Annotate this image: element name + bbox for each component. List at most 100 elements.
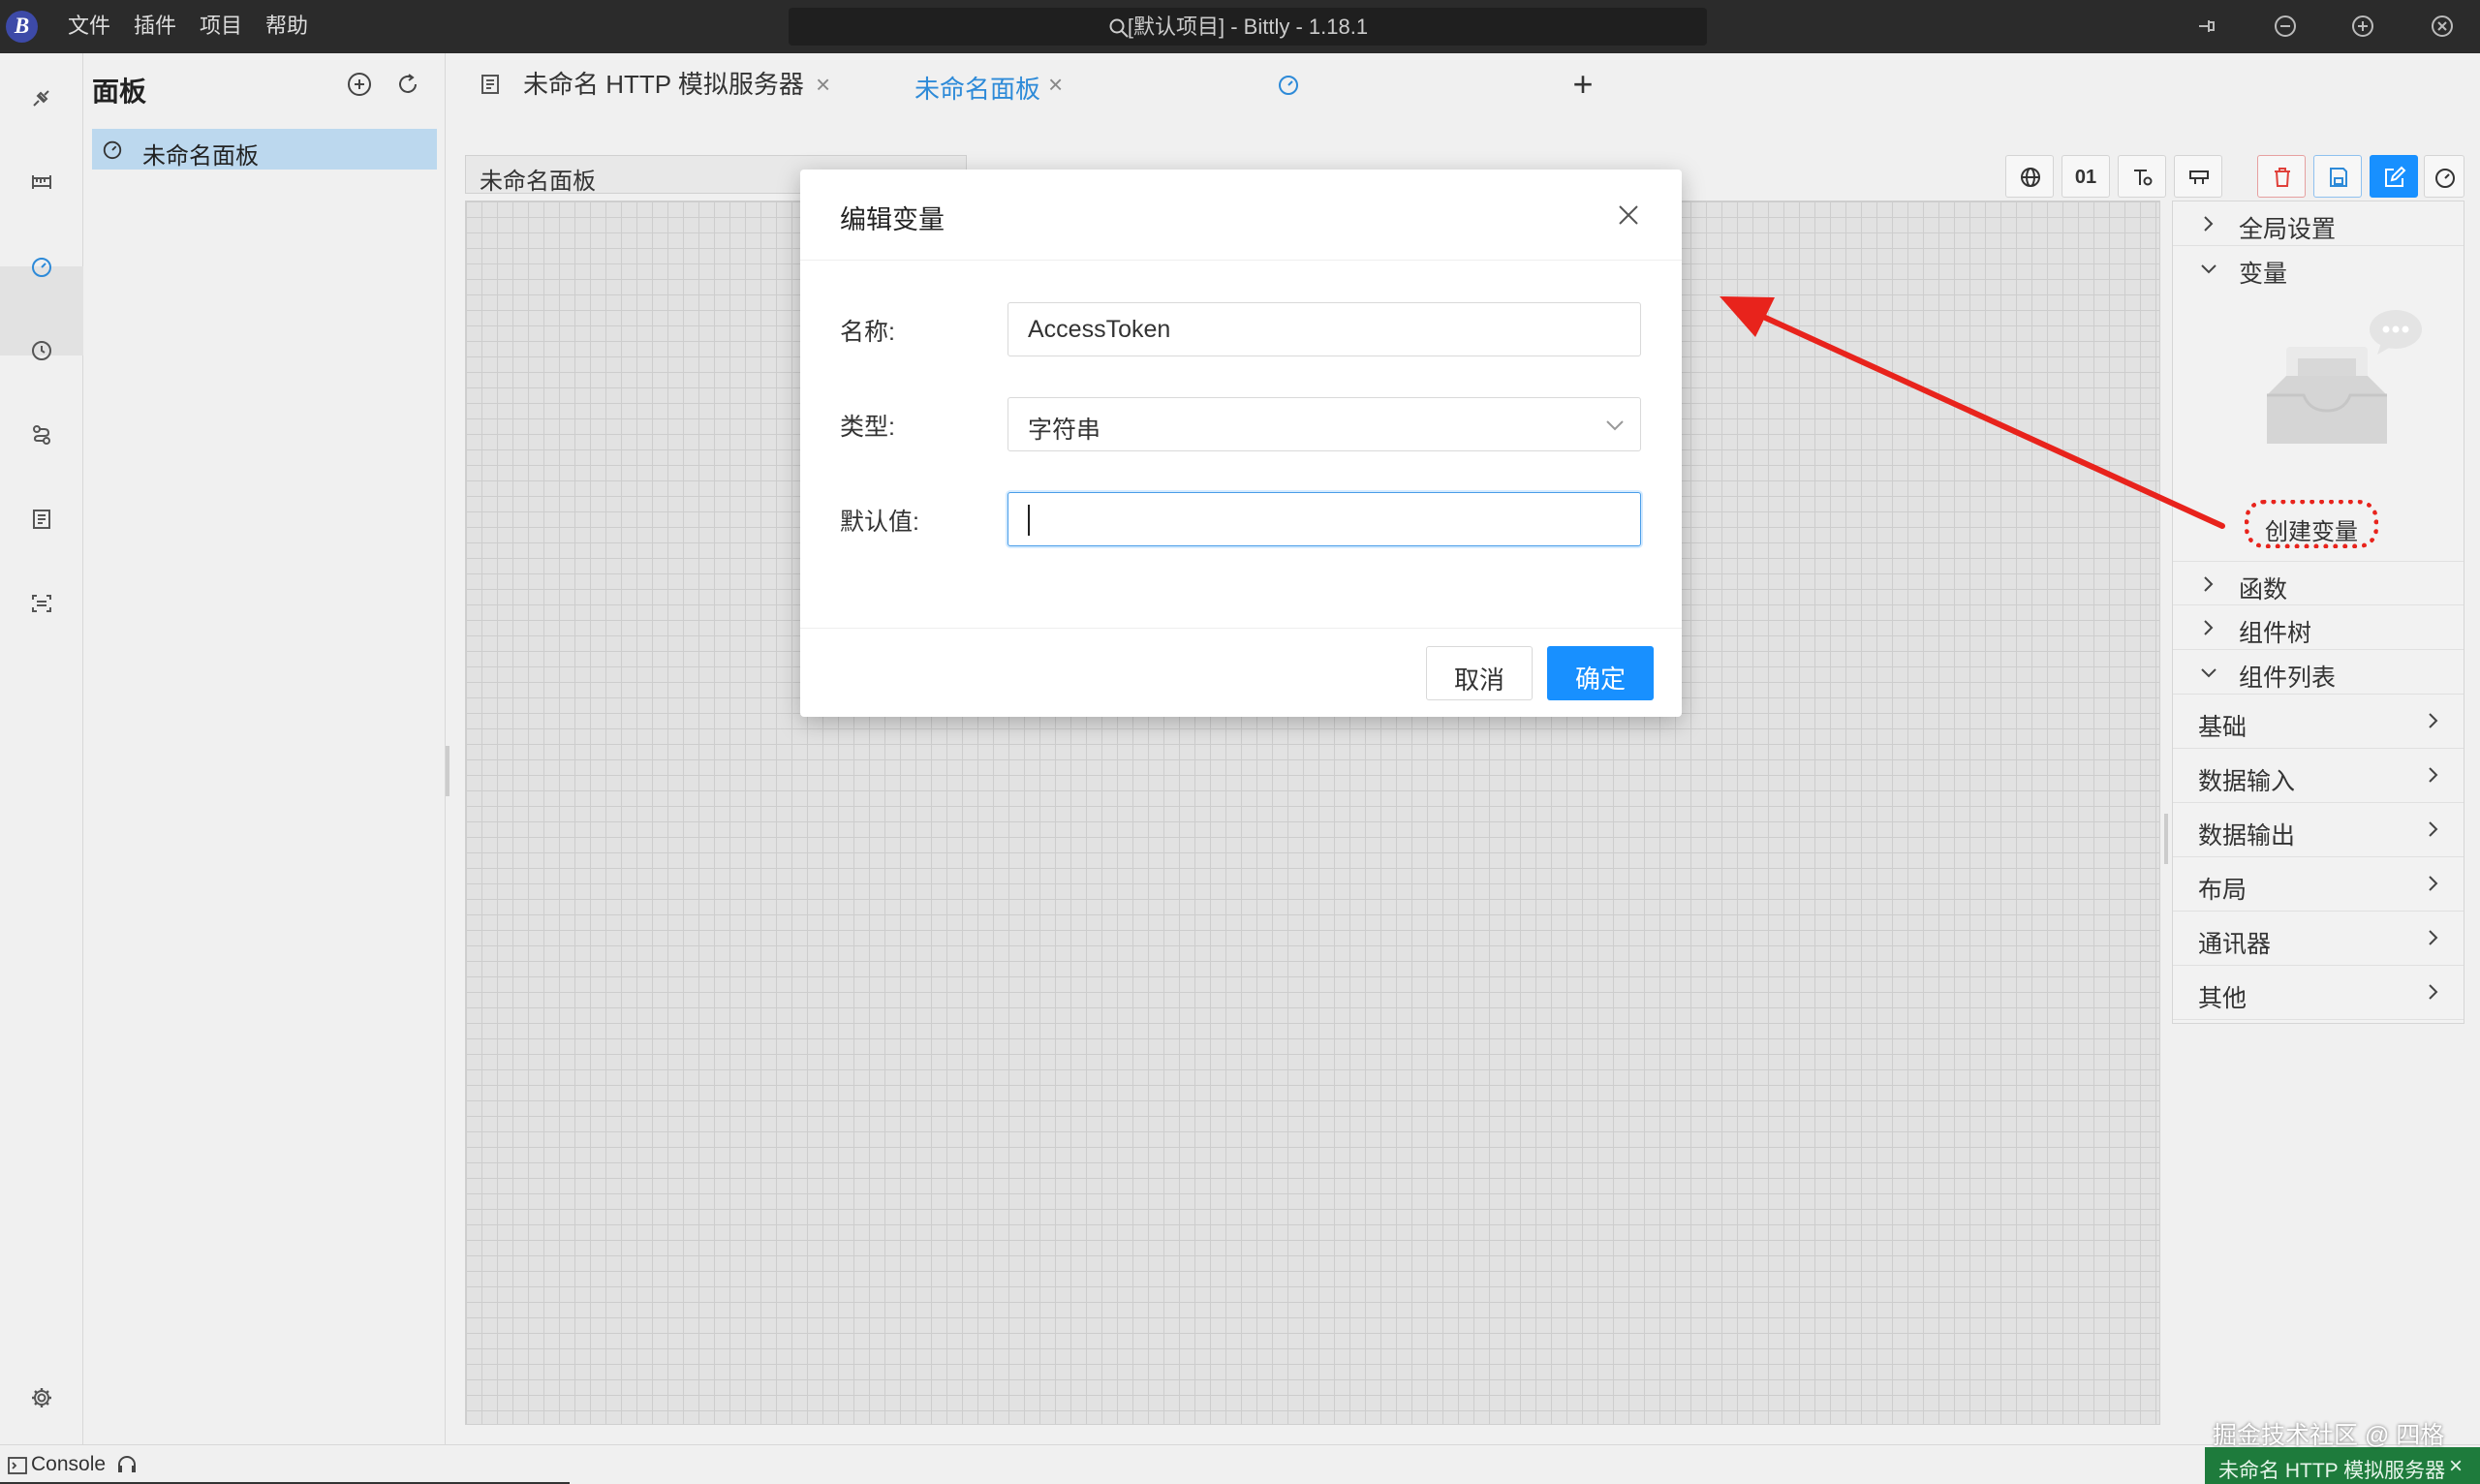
globe-icon <box>2021 168 2040 187</box>
scan-icon[interactable] <box>21 583 62 624</box>
mock-server-icon <box>481 75 499 94</box>
create-variable-label: 创建变量 <box>2265 519 2358 545</box>
console-icon <box>8 1457 27 1474</box>
status-bar: Console 未命名 HTTP 模拟服务器 × <box>0 1444 2480 1484</box>
confirm-label: 确定 <box>1574 665 1626 694</box>
watermark: 掘金技术社区 @ 四格 <box>2213 1422 2445 1449</box>
route-icon[interactable] <box>21 415 62 455</box>
new-tab-button[interactable]: + <box>1564 65 1602 104</box>
pin-icon[interactable] <box>2193 14 2218 39</box>
menu-plugins[interactable]: 插件 <box>134 13 176 40</box>
chevron-down-icon <box>2201 668 2216 678</box>
section-component-tree[interactable]: 组件树 <box>2173 605 2464 650</box>
binary-button[interactable]: 01 <box>2062 155 2110 198</box>
gear-icon[interactable] <box>21 1377 62 1418</box>
dashboard-icon <box>2435 169 2455 188</box>
window-title: [默认项目] - Bittly - 1.18.1 <box>1127 15 1369 39</box>
component-category-other[interactable]: 其他 <box>2173 966 2464 1020</box>
category-label: 数据输出 <box>2198 822 2296 850</box>
component-category-basic[interactable]: 基础 <box>2173 695 2464 749</box>
edit-icon <box>2385 166 2406 187</box>
add-panel-icon[interactable] <box>346 71 373 98</box>
confirm-button[interactable]: 确定 <box>1547 646 1654 700</box>
chevron-right-icon <box>2429 767 2438 783</box>
category-label: 其他 <box>2198 985 2248 1012</box>
tab-label-active: 未命名面板 <box>914 75 1041 104</box>
chevron-right-icon <box>2204 216 2214 232</box>
dashboard-icon <box>1279 76 1298 95</box>
title-bar: B 文件 插件 项目 帮助 [默认项目] - Bittly - 1.18.1 <box>0 0 2480 53</box>
cancel-button[interactable]: 取消 <box>1426 646 1533 700</box>
cancel-label: 取消 <box>1453 665 1504 695</box>
close-icon[interactable] <box>1616 202 1641 228</box>
menu-file[interactable]: 文件 <box>68 13 110 40</box>
dashboard-icon <box>103 140 122 160</box>
delete-button[interactable] <box>2257 155 2306 198</box>
section-label: 函数 <box>2239 576 2288 603</box>
menu-help[interactable]: 帮助 <box>265 13 308 40</box>
section-component-list[interactable]: 组件列表 <box>2173 650 2464 695</box>
chevron-right-icon <box>2204 576 2214 592</box>
maximize-icon[interactable] <box>2350 14 2375 39</box>
close-window-icon[interactable] <box>2430 14 2455 39</box>
section-label: 全局设置 <box>2239 216 2337 243</box>
save-icon <box>2330 168 2347 187</box>
server-status-label: 未命名 HTTP 模拟服务器 <box>2218 1460 2446 1482</box>
dialog-divider <box>800 260 1682 261</box>
section-variables[interactable]: 变量 <box>2173 246 2464 291</box>
server-status-badge[interactable]: 未命名 HTTP 模拟服务器 × <box>2205 1447 2480 1484</box>
preview-button[interactable] <box>2424 155 2464 198</box>
category-label: 通讯器 <box>2198 931 2272 958</box>
plug-icon[interactable] <box>21 77 62 118</box>
section-global-settings[interactable]: 全局设置 <box>2173 201 2464 246</box>
tab-close-button[interactable]: × <box>1048 70 1063 100</box>
default-value-input[interactable] <box>1008 493 1640 545</box>
component-category-data-output[interactable]: 数据输出 <box>2173 803 2464 857</box>
tab-bar: 未命名 HTTP 模拟服务器 × 未命名面板 × + <box>459 53 2125 116</box>
dashboard-icon[interactable] <box>21 246 62 287</box>
binary-label: 01 <box>2074 167 2097 188</box>
refresh-icon[interactable] <box>394 71 421 98</box>
component-category-layout[interactable]: 布局 <box>2173 857 2464 912</box>
dialog-title: 编辑变量 <box>840 205 945 234</box>
mock-server-icon[interactable] <box>21 499 62 540</box>
clock-icon[interactable] <box>21 330 62 371</box>
right-splitter-handle[interactable] <box>2164 814 2168 864</box>
ruler-icon[interactable] <box>21 162 62 202</box>
type-value: 字符串 <box>1028 417 1101 444</box>
title-search-box[interactable]: [默认项目] - Bittly - 1.18.1 <box>789 8 1707 46</box>
category-label: 基础 <box>2198 714 2248 741</box>
component-category-data-input[interactable]: 数据输入 <box>2173 749 2464 803</box>
layout-button[interactable] <box>2174 155 2222 198</box>
component-category-communicator[interactable]: 通讯器 <box>2173 912 2464 966</box>
sidebar-item-untitled-dashboard[interactable]: 未命名面板 <box>92 129 437 170</box>
globe-button[interactable] <box>2005 155 2054 198</box>
tab-label: 未命名 HTTP 模拟服务器 <box>523 70 804 99</box>
section-label: 组件列表 <box>2239 665 2337 692</box>
sidebar-item-label: 未命名面板 <box>142 143 259 170</box>
section-label: 变量 <box>2239 261 2288 288</box>
headset-icon[interactable] <box>116 1455 138 1474</box>
dialog-divider <box>800 628 1682 629</box>
text-cursor <box>1028 505 1030 536</box>
menu-project[interactable]: 项目 <box>200 13 242 40</box>
create-variable-button[interactable]: 创建变量 <box>2245 500 2378 548</box>
chevron-right-icon <box>2429 930 2438 945</box>
chart-settings-button[interactable] <box>2118 155 2166 198</box>
minimize-icon[interactable] <box>2273 14 2298 39</box>
edit-mode-button[interactable] <box>2370 155 2418 198</box>
chevron-right-icon <box>2429 713 2438 728</box>
default-value-field[interactable] <box>1008 492 1641 546</box>
save-button[interactable] <box>2313 155 2362 198</box>
console-label: Console <box>31 1453 107 1475</box>
chevron-down-icon <box>2201 264 2216 274</box>
layout-icon <box>2189 170 2209 184</box>
delete-icon <box>2275 168 2290 187</box>
left-splitter-handle[interactable] <box>446 746 450 796</box>
name-field[interactable]: AccessToken <box>1008 302 1641 356</box>
server-status-close[interactable]: × <box>2449 1453 2463 1480</box>
tab-close-button[interactable]: × <box>816 70 830 99</box>
type-select[interactable]: 字符串 <box>1008 397 1641 451</box>
section-functions[interactable]: 函数 <box>2173 561 2464 605</box>
tab-http-mock-server[interactable]: 未命名 HTTP 模拟服务器 × <box>479 53 847 116</box>
